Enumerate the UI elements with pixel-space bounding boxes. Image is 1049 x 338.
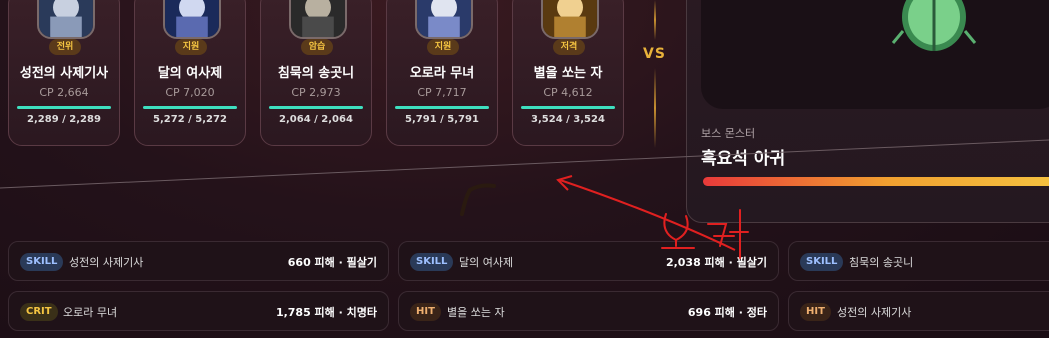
hero-hp-bar	[143, 106, 237, 109]
actor-name: 달의 여사제	[459, 256, 514, 269]
hero-name: 침묵의 송곳니	[277, 66, 355, 81]
hero-hp-bar	[17, 106, 111, 109]
hero-portrait	[541, 0, 599, 39]
action-type-badge: CRIT	[20, 303, 58, 321]
hero-hp-bar	[395, 106, 489, 109]
dark-scribble	[460, 183, 496, 216]
hero-portrait	[37, 0, 95, 39]
battle-log-entry: SKILL 침묵의 송곳니	[788, 241, 1049, 281]
boss-hp-bar	[703, 177, 1049, 186]
action-result: 1,785 피해 · 치명타	[275, 306, 377, 319]
hero-portrait	[415, 0, 473, 39]
actor-name: 성전의 사제기사	[69, 256, 144, 269]
actor-name: 성전의 사제기사	[837, 306, 912, 319]
hero-cp: CP 2,973	[291, 86, 341, 99]
hero-card-2[interactable]: 지원 달의 여사제 CP 7,020 5,272 / 5,272	[134, 0, 246, 146]
hero-cp: CP 7,020	[165, 86, 215, 99]
action-type-badge: HIT	[800, 303, 831, 321]
hero-name: 성전의 사제기사	[19, 66, 109, 81]
hero-card-1[interactable]: 전위 성전의 사제기사 CP 2,664 2,289 / 2,289	[8, 0, 120, 146]
action-result: 696 피해 · 정타	[687, 306, 767, 319]
boss-panel: 보스 몬스터 흑요석 아귀	[686, 0, 1049, 223]
vs-label: VS	[643, 46, 666, 62]
hero-hp-text: 5,272 / 5,272	[153, 114, 227, 125]
vs-divider-top	[654, 0, 656, 40]
battle-log-entry: HIT 별을 쏘는 자 696 피해 · 정타	[398, 291, 779, 331]
hero-hp-text: 2,289 / 2,289	[27, 114, 101, 125]
hero-hp-text: 2,064 / 2,064	[279, 114, 353, 125]
action-type-badge: SKILL	[800, 253, 844, 271]
boss-portrait	[701, 0, 1049, 109]
hero-name: 달의 여사제	[157, 66, 223, 81]
hero-card-4[interactable]: 지원 오로라 무녀 CP 7,717 5,791 / 5,791	[386, 0, 498, 146]
hero-hp-text: 3,524 / 3,524	[531, 114, 605, 125]
hero-portrait	[163, 0, 221, 39]
actor-name: 별을 쏘는 자	[447, 306, 505, 319]
hero-cp: CP 7,717	[417, 86, 467, 99]
actor-name: 오로라 무녀	[63, 306, 118, 319]
arrow-head	[556, 175, 573, 191]
hero-hp-text: 5,791 / 5,791	[405, 114, 479, 125]
hero-cp: CP 2,664	[39, 86, 89, 99]
role-badge: 지원	[427, 39, 459, 55]
vs-divider-bottom	[654, 68, 656, 148]
hero-portrait	[289, 0, 347, 39]
hero-card-5[interactable]: 저격 별을 쏘는 자 CP 4,612 3,524 / 3,524	[512, 0, 624, 146]
battle-log-entry: SKILL 달의 여사제 2,038 피해 · 필살기	[398, 241, 779, 281]
role-badge: 전위	[49, 39, 81, 55]
hero-name: 별을 쏘는 자	[533, 66, 603, 81]
action-result: 2,038 피해 · 필살기	[665, 256, 767, 269]
hero-card-3[interactable]: 암습 침묵의 송곳니 CP 2,973 2,064 / 2,064	[260, 0, 372, 146]
beetle-icon	[891, 0, 977, 51]
action-type-badge: HIT	[410, 303, 441, 321]
role-badge: 암습	[301, 39, 333, 55]
boss-subtitle: 보스 몬스터	[701, 127, 756, 140]
battle-log-entry: CRIT 오로라 무녀 1,785 피해 · 치명타	[8, 291, 389, 331]
hero-cp: CP 4,612	[543, 86, 593, 99]
role-badge: 저격	[553, 39, 585, 55]
action-type-badge: SKILL	[20, 253, 64, 271]
boss-name: 흑요석 아귀	[701, 149, 786, 169]
battle-log-entry: HIT 성전의 사제기사	[788, 291, 1049, 331]
battle-log-entry: SKILL 성전의 사제기사 660 피해 · 필살기	[8, 241, 389, 281]
action-result: 660 피해 · 필살기	[287, 256, 377, 269]
role-badge: 지원	[175, 39, 207, 55]
hero-hp-bar	[521, 106, 615, 109]
hero-name: 오로라 무녀	[409, 66, 475, 81]
hero-hp-bar	[269, 106, 363, 109]
action-type-badge: SKILL	[410, 253, 454, 271]
actor-name: 침묵의 송곳니	[849, 256, 914, 269]
